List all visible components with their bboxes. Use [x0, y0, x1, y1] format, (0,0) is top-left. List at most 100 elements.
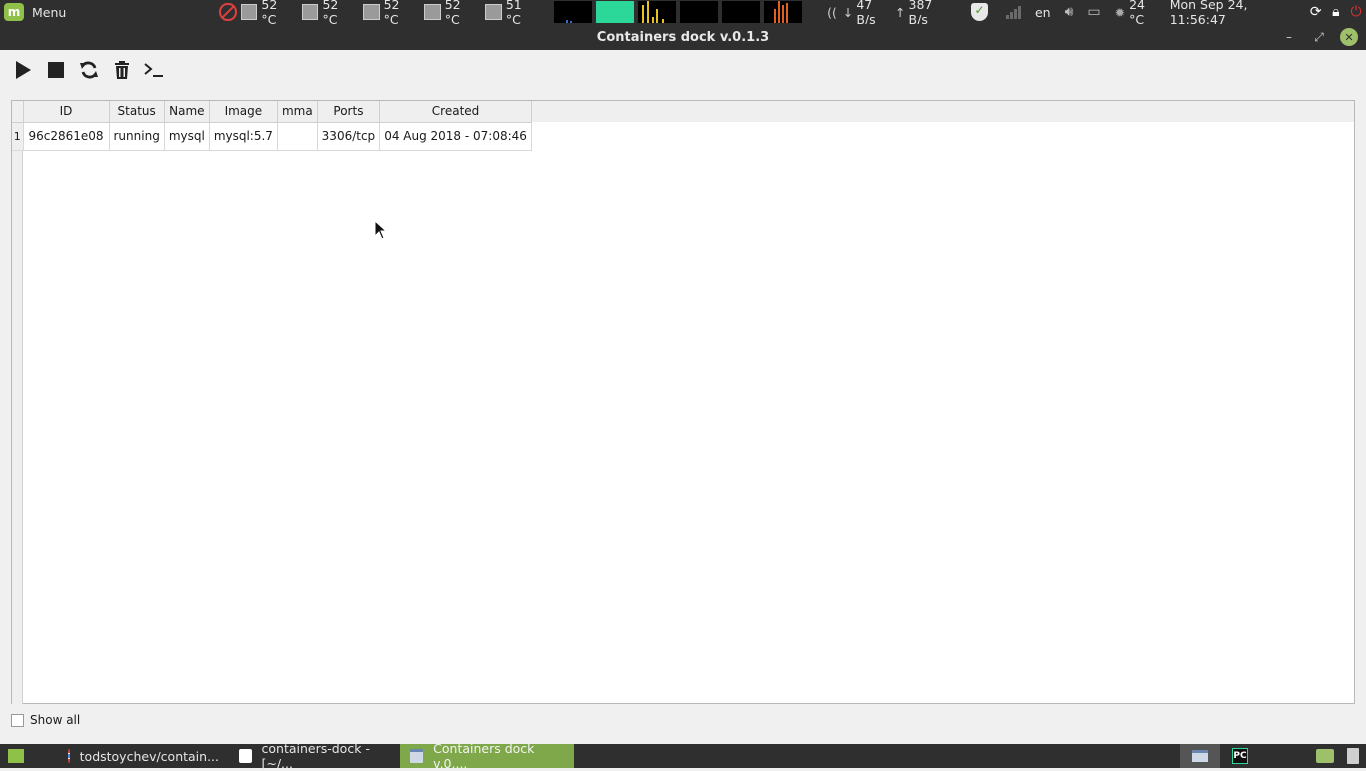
load-graph [722, 1, 761, 23]
weather-sun-icon: ✹ [1114, 4, 1126, 20]
cpu-chip-icon [485, 4, 502, 20]
column-header-image[interactable]: Image [209, 101, 278, 123]
net-down-value: 47 B/s [856, 0, 876, 27]
pycharm-icon: PC [1232, 748, 1248, 764]
window-controls: – ⤢ ✕ [1268, 28, 1358, 46]
containers-table-frame[interactable]: ID Status Name Image mma Ports Created 1… [11, 100, 1355, 704]
show-all-toggle[interactable]: Show all [11, 713, 80, 727]
trash-can-icon [1347, 748, 1359, 764]
task-label: Containers dock v.0.... [433, 741, 535, 771]
menu-button[interactable]: m Menu [0, 0, 78, 24]
column-header-created[interactable]: Created [379, 101, 532, 123]
disk-graph [638, 1, 677, 23]
window-icon [410, 749, 424, 763]
window-icon [1192, 750, 1208, 762]
volume-icon[interactable]: 🔊︎ [1065, 4, 1074, 20]
row-gutter [12, 122, 23, 704]
column-header-command[interactable]: mma [277, 101, 318, 123]
terminal-icon [144, 63, 163, 77]
cell-image[interactable]: mysql:5.7 [209, 122, 278, 151]
column-header-id[interactable]: ID [23, 101, 110, 123]
mouse-cursor-icon [374, 220, 388, 240]
vscode-icon [239, 749, 252, 763]
swap-graph [680, 1, 719, 23]
disabled-icon [219, 3, 237, 21]
cpu-graph [554, 1, 593, 23]
show-desktop-icon[interactable] [8, 749, 24, 763]
signal-icon[interactable] [1005, 5, 1021, 19]
close-button[interactable]: ✕ [1340, 28, 1358, 46]
temp-item: 52 °C [240, 0, 294, 27]
minimize-button[interactable]: – [1280, 28, 1298, 46]
toolbar [0, 50, 1366, 90]
table-row[interactable]: 1 96c2861e08 running mysql mysql:5.7 330… [12, 122, 532, 151]
trash-icon [115, 61, 129, 79]
top-panel: m Menu 52 °C 52 °C 52 °C 52 °C 51 °C ((… [0, 0, 1366, 27]
panel-spacer [78, 0, 219, 24]
temp-item: 52 °C [362, 0, 416, 27]
maximize-button[interactable]: ⤢ [1310, 28, 1328, 46]
folder-icon [1316, 749, 1334, 763]
play-icon [16, 61, 31, 79]
temp-item: 51 °C [485, 0, 538, 27]
memory-graph [596, 1, 635, 23]
temp-value: 51 °C [505, 0, 522, 27]
temp-item: 52 °C [301, 0, 355, 27]
column-header-ports[interactable]: Ports [317, 101, 381, 123]
restart-button[interactable] [74, 55, 104, 85]
file-manager-tray[interactable] [1310, 744, 1340, 768]
cpu-chip-icon [423, 4, 441, 20]
keyboard-layout[interactable]: en [1035, 5, 1051, 20]
taskbar-tray: PC [1180, 744, 1366, 768]
start-button[interactable] [8, 55, 38, 85]
temperature-applet[interactable]: 52 °C 52 °C 52 °C 52 °C 51 °C [219, 0, 546, 27]
pycharm-tray[interactable]: PC [1220, 744, 1260, 768]
cell-status[interactable]: running [109, 122, 165, 151]
window-title: Containers dock v.0.1.3 [596, 29, 770, 45]
weather-temp: 24 °C [1129, 0, 1146, 27]
wifi-icon: (( [827, 4, 837, 20]
power-icon[interactable]: ⏻ [1346, 0, 1366, 24]
stop-icon [48, 62, 64, 78]
clock[interactable]: Mon Sep 24, 11:56:47 [1170, 0, 1296, 27]
column-header-status[interactable]: Status [109, 101, 165, 123]
window-title-bar[interactable]: Containers dock v.0.1.3 – ⤢ ✕ [0, 24, 1366, 50]
task-chrome[interactable]: todstoychev/contain... [58, 744, 229, 768]
upload-arrow-icon: ↑ [895, 4, 906, 20]
refresh-session-icon[interactable]: ⟳ [1306, 0, 1326, 24]
column-header-name[interactable]: Name [164, 101, 210, 123]
cpu-chip-icon [301, 4, 319, 20]
workspace-1[interactable] [1180, 744, 1220, 768]
network-graph [764, 1, 803, 23]
system-monitor-graphs[interactable] [554, 1, 806, 23]
lock-icon[interactable]: 🔒︎ [1326, 0, 1346, 24]
system-tray: en 🔊︎ ▭ ✹ 24 °C Mon Sep 24, 11:56:47 ⟳ 🔒… [961, 0, 1366, 27]
temp-value: 52 °C [444, 0, 461, 27]
cpu-chip-icon [240, 4, 258, 20]
weather-applet[interactable]: ✹ 24 °C [1115, 0, 1160, 27]
network-speed-applet[interactable]: (( ↓ 47 B/s ↑ 387 B/s [824, 0, 951, 27]
remove-button[interactable] [107, 55, 137, 85]
net-up-value: 387 B/s [908, 0, 933, 27]
task-label: todstoychev/contain... [79, 748, 219, 764]
cell-id[interactable]: 96c2861e08 [23, 122, 110, 151]
corner-cell[interactable] [12, 101, 24, 123]
temp-value: 52 °C [322, 0, 339, 27]
cell-name[interactable]: mysql [164, 122, 210, 151]
battery-icon[interactable]: ▭ [1087, 4, 1100, 20]
mint-logo-icon: m [4, 3, 24, 21]
stop-button[interactable] [41, 55, 71, 85]
trash-tray[interactable] [1340, 744, 1366, 768]
cell-created[interactable]: 04 Aug 2018 - 07:08:46 [379, 122, 532, 151]
terminal-button[interactable] [140, 55, 170, 85]
cell-ports[interactable]: 3306/tcp [317, 122, 381, 151]
menu-label: Menu [32, 4, 67, 20]
task-vscode[interactable]: containers-dock - [~/... [229, 741, 400, 771]
temp-value: 52 °C [383, 0, 400, 27]
task-containers-dock[interactable]: Containers dock v.0.... [400, 741, 574, 771]
shield-icon[interactable] [971, 3, 988, 21]
row-number[interactable]: 1 [12, 122, 24, 151]
cell-command[interactable] [277, 122, 318, 151]
show-all-checkbox[interactable] [11, 713, 24, 727]
